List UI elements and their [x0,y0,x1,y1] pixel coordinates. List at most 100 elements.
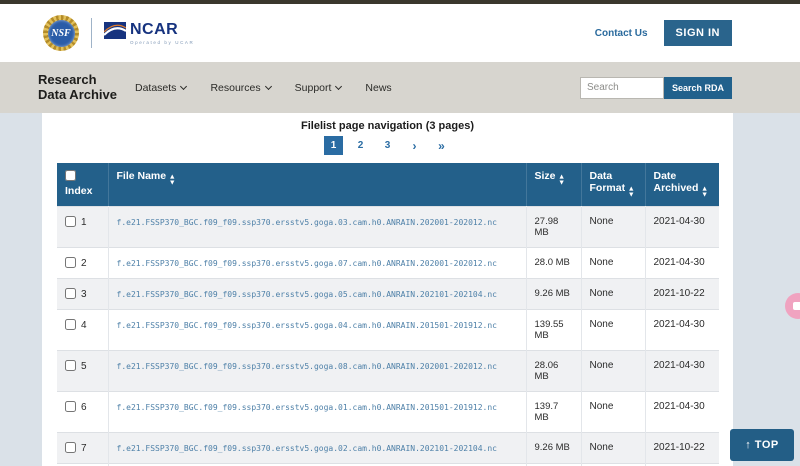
nav-menu-item-label: Datasets [135,82,176,94]
row-index: 3 [81,289,87,300]
nav-items: Datasets Resources Support News [135,82,392,94]
select-all-checkbox[interactable] [65,170,76,181]
nav-search: Search RDA [580,77,732,99]
date-archived: 2021-04-30 [645,206,719,247]
row-checkbox[interactable] [65,288,76,299]
nsf-logo[interactable]: NSF [43,15,79,51]
row-checkbox[interactable] [65,216,76,227]
brand-line1: Research [38,73,117,88]
row-checkbox[interactable] [65,442,76,453]
column-header-date-archived[interactable]: Date Archived▲▼ [645,163,719,206]
file-name-link[interactable]: f.e21.FSSP370_BGC.f09_f09.ssp370.ersstv5… [108,350,526,391]
file-size: 9.26 MB [526,278,581,309]
nav-menu-item[interactable]: Resources [210,82,270,94]
file-size: 28.06 MB [526,350,581,391]
table-row: 7 f.e21.FSSP370_BGC.f09_f09.ssp370.ersst… [57,432,719,463]
column-header-file-name[interactable]: File Name▲▼ [108,163,526,206]
nav-menu-item[interactable]: News [365,82,391,94]
row-checkbox[interactable] [65,360,76,371]
site-header: NSF NCAR Operated by UCAR Contact Us SIG… [0,4,800,62]
date-archived: 2021-04-30 [645,391,719,432]
sign-in-button[interactable]: SIGN IN [664,20,732,46]
file-name-link[interactable]: f.e21.FSSP370_BGC.f09_f09.ssp370.ersstv5… [108,391,526,432]
search-input[interactable] [580,77,664,99]
chevron-down-icon [265,82,272,89]
file-name-link[interactable]: f.e21.FSSP370_BGC.f09_f09.ssp370.ersstv5… [108,247,526,278]
data-format: None [581,247,645,278]
chat-bubble-icon [793,302,800,310]
index-cell: 4 [57,309,108,350]
data-format: None [581,206,645,247]
row-index: 6 [81,402,87,413]
nav-menu-item-label: Resources [210,82,260,94]
sort-icon[interactable]: ▲▼ [560,175,564,187]
date-archived: 2021-04-30 [645,247,719,278]
sort-icon[interactable]: ▲▼ [629,187,633,199]
ncar-logo-icon [104,22,126,39]
content-card: Filelist page navigation (3 pages) 123›»… [42,113,733,466]
row-checkbox[interactable] [65,319,76,330]
file-name-link[interactable]: f.e21.FSSP370_BGC.f09_f09.ssp370.ersstv5… [108,278,526,309]
table-row: 5 f.e21.FSSP370_BGC.f09_f09.ssp370.ersst… [57,350,719,391]
next-page-button[interactable]: › [405,136,424,155]
filelist-table: Index File Name▲▼ Size▲▼ Data Format▲▼ D… [57,163,719,466]
index-cell: 5 [57,350,108,391]
page-button-1[interactable]: 1 [324,136,343,155]
date-archived-header-label: Date Archived [654,170,699,194]
file-name-header-label: File Name [117,170,167,182]
nav-menu-item[interactable]: Datasets [135,82,186,94]
logo-group: NSF NCAR Operated by UCAR [43,15,194,51]
file-name-link[interactable]: f.e21.FSSP370_BGC.f09_f09.ssp370.ersstv5… [108,432,526,463]
date-archived: 2021-10-22 [645,278,719,309]
file-name-link[interactable]: f.e21.FSSP370_BGC.f09_f09.ssp370.ersstv5… [108,309,526,350]
last-page-button[interactable]: » [432,136,451,155]
index-cell: 3 [57,278,108,309]
column-header-data-format[interactable]: Data Format▲▼ [581,163,645,206]
file-name-link[interactable]: f.e21.FSSP370_BGC.f09_f09.ssp370.ersstv5… [108,206,526,247]
data-format: None [581,350,645,391]
column-header-index[interactable]: Index [57,163,108,206]
index-cell: 1 [57,206,108,247]
table-row: 1 f.e21.FSSP370_BGC.f09_f09.ssp370.ersst… [57,206,719,247]
data-format: None [581,309,645,350]
table-row: 2 f.e21.FSSP370_BGC.f09_f09.ssp370.ersst… [57,247,719,278]
main-navbar: Research Data Archive Datasets Resources… [0,62,800,113]
table-row: 6 f.e21.FSSP370_BGC.f09_f09.ssp370.ersst… [57,391,719,432]
feedback-button[interactable] [785,293,800,319]
file-size: 28.0 MB [526,247,581,278]
nav-menu-item[interactable]: Support [295,82,342,94]
file-size: 27.98 MB [526,206,581,247]
logo-divider [91,18,92,48]
back-to-top-button[interactable]: ↑ TOP [730,429,794,461]
row-index: 5 [81,361,87,372]
ncar-logo-text: NCAR [130,21,178,39]
file-size: 139.55 MB [526,309,581,350]
row-checkbox[interactable] [65,257,76,268]
size-header-label: Size [535,170,556,182]
chevron-down-icon [335,82,342,89]
row-index: 4 [81,320,87,331]
data-format: None [581,391,645,432]
row-index: 7 [81,443,87,454]
search-rda-button[interactable]: Search RDA [664,77,732,99]
brand-line2: Data Archive [38,88,117,103]
page-button-2[interactable]: 2 [351,136,370,155]
nsf-logo-text: NSF [48,20,75,47]
sort-icon[interactable]: ▲▼ [702,187,706,199]
ncar-logo[interactable]: NCAR Operated by UCAR [104,21,194,45]
date-archived: 2021-10-22 [645,432,719,463]
sort-icon[interactable]: ▲▼ [170,175,174,187]
file-size: 9.26 MB [526,432,581,463]
index-cell: 6 [57,391,108,432]
contact-us-link[interactable]: Contact Us [595,28,648,39]
row-index: 2 [81,258,87,269]
date-archived: 2021-04-30 [645,309,719,350]
column-header-size[interactable]: Size ▲▼ [526,163,581,206]
page-button-3[interactable]: 3 [378,136,397,155]
date-archived: 2021-04-30 [645,350,719,391]
table-row: 4 f.e21.FSSP370_BGC.f09_f09.ssp370.ersst… [57,309,719,350]
table-header-row: Index File Name▲▼ Size▲▼ Data Format▲▼ D… [57,163,719,206]
row-checkbox[interactable] [65,401,76,412]
row-index: 1 [81,217,87,228]
site-brand[interactable]: Research Data Archive [38,73,117,103]
